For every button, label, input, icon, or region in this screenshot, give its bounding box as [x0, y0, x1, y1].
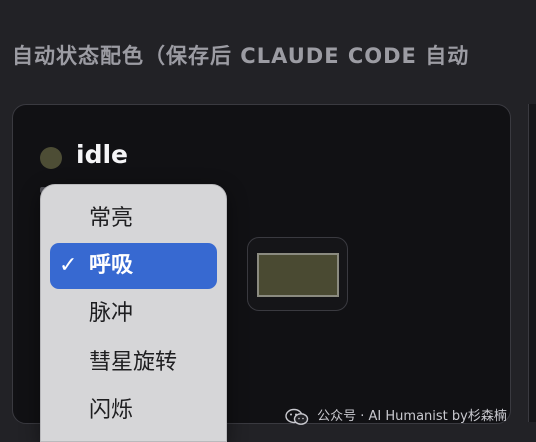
color-picker[interactable] [247, 237, 348, 311]
checkmark-icon: ✓ [59, 253, 78, 278]
status-name: idle [76, 140, 128, 169]
color-swatch[interactable] [257, 253, 339, 297]
menu-item-blink[interactable]: 闪烁 [50, 388, 217, 434]
menu-item-label: 常亮 [89, 206, 134, 231]
menu-item-label: 脉冲 [89, 301, 134, 326]
menu-item-pulse[interactable]: 脉冲 [50, 291, 217, 337]
watermark-text: 公众号 · AI Humanist by杉森楠 [317, 409, 507, 424]
menu-item-comet-spin[interactable]: 彗星旋转 [50, 340, 217, 386]
status-color-dot [40, 147, 62, 169]
menu-item-label: 闪烁 [89, 398, 134, 423]
menu-item-label: 彗星旋转 [89, 350, 178, 375]
section-title: 自动状态配色（保存后 CLAUDE CODE 自动 [12, 44, 470, 68]
menu-item-solid[interactable]: 常亮 [50, 196, 217, 242]
watermark: 公众号 · AI Humanist by杉森楠 [285, 404, 507, 430]
wechat-icon [285, 408, 309, 425]
menu-item-breathing[interactable]: ✓ 呼吸 [50, 243, 217, 289]
settings-page: 自动状态配色（保存后 CLAUDE CODE 自动 idle 常亮 ✓ 呼吸 脉… [0, 0, 536, 442]
next-card-edge [528, 104, 536, 422]
menu-item-label: 呼吸 [89, 253, 134, 278]
effect-dropdown-menu[interactable]: 常亮 ✓ 呼吸 脉冲 彗星旋转 闪烁 [40, 184, 227, 442]
